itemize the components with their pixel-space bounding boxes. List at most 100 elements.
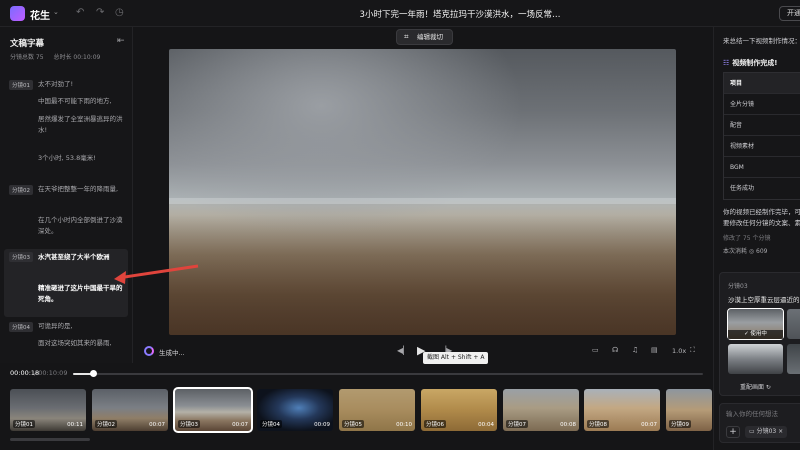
caption-icon[interactable]: ▤ — [651, 346, 658, 354]
table-row: BGM — [724, 157, 800, 178]
segment-line: 中国最不可能下雨的地方, — [38, 97, 112, 105]
segment-reference-chip[interactable]: ▭ 分镜03 × — [745, 426, 788, 438]
segment-tag: 分镜01 — [9, 80, 33, 90]
segment-item[interactable]: 分镜01 太不对劲了! 中国最不可能下雨的地方, 居然爆发了全室洲暴逃异的洪水!… — [4, 77, 128, 175]
timeline-scrollbar[interactable] — [10, 438, 90, 441]
media-thumbnail-selected[interactable]: ✓ 使用中 — [727, 308, 784, 340]
segment-tag: 分镜03 — [9, 252, 33, 262]
segment-line: 在几个小时内全部倒进了沙漠深处。 — [38, 216, 123, 235]
generating-status: 生成中... — [159, 349, 185, 357]
generating-spinner-icon — [144, 346, 154, 356]
media-thumbnail[interactable] — [787, 309, 800, 339]
screenshot-tooltip: 截图 Alt + Shift + A — [423, 352, 489, 364]
clip-duration: 00:10 — [396, 422, 412, 428]
open-membership-button[interactable]: 开通 — [779, 6, 800, 21]
timeline-clip[interactable]: 分镜08 00:07 — [584, 389, 660, 431]
clip-duration: 00:08 — [560, 422, 576, 428]
checklist-icon: ☷ — [723, 59, 730, 67]
timeline-clip[interactable]: 分镜02 00:07 — [92, 389, 168, 431]
add-attachment-icon[interactable]: + — [726, 426, 740, 438]
segment-item[interactable]: 分镜04 可诡异的是, 面对这场突如其来的暴雨, — [4, 319, 128, 363]
total-duration: 总时长 00:10:09 — [53, 54, 101, 61]
edit-crop-button[interactable]: ⌗ 编辑裁切 — [396, 29, 453, 45]
modified-count: 修改了 75 个分镜 — [723, 235, 771, 242]
segment-item[interactable]: 分镜02 在天爷把整整一年的降雨量, 在几个小时内全部倒进了沙漠深处。 — [4, 182, 128, 248]
segment-line: 居然爆发了全室洲暴逃异的洪水! — [38, 115, 123, 134]
segment-line: 3个小时, 53.8毫米! — [38, 154, 96, 162]
clip-name: 分镜07 — [506, 420, 528, 428]
total-time: / 00:10:09 — [34, 369, 68, 377]
segment-tag: 分镜02 — [9, 185, 33, 195]
timeline-clip[interactable]: 分镜04 00:09 — [257, 389, 333, 431]
playback-track[interactable] — [73, 373, 703, 375]
summary-table: 项目 全片分镜 配音 视频素材 BGM 任务成功 — [723, 72, 800, 200]
playhead-handle[interactable] — [90, 370, 97, 377]
clip-duration: 00:04 — [478, 422, 494, 428]
edit-crop-label: 编辑裁切 — [417, 33, 443, 41]
card-description: 沙漠上空厚重云层逼近的 — [728, 296, 800, 304]
clip-duration: 00:09 — [314, 422, 330, 428]
table-row: 视频素材 — [724, 136, 800, 157]
segment-line: 面对这场突如其来的暴雨, — [38, 339, 112, 347]
annotation-arrow-icon — [114, 264, 199, 284]
document-title[interactable]: 3小时下完一年雨！塔克拉玛干沙漠洪水，一场反常… — [0, 8, 800, 20]
clip-duration: 00:07 — [641, 422, 657, 428]
credit-cost: 本次消耗 ◎ 609 — [723, 248, 768, 255]
crop-icon: ⌗ — [404, 32, 409, 41]
playback-speed[interactable]: 1.0x — [672, 347, 686, 355]
music-icon[interactable]: ♫ — [632, 346, 638, 354]
clip-name: 分镜08 — [587, 420, 609, 428]
card-title: 分镜03 — [728, 283, 748, 290]
segment-item-active[interactable]: 分镜03 水汽甚至绕了大半个欧洲 精准砸进了这片中国最干旱的死角。 — [4, 249, 128, 317]
clip-name: 分镜09 — [669, 420, 691, 428]
table-row: 配音 — [724, 115, 800, 136]
segment-line: 可诡异的是, — [38, 322, 73, 330]
table-row: 任务成功 — [730, 185, 755, 192]
table-row: 全片分镜 — [724, 94, 800, 115]
previous-frame-icon[interactable]: ◀▏ — [397, 346, 409, 355]
media-thumbnail[interactable] — [787, 344, 800, 374]
segment-line: 太不对劲了! — [38, 80, 74, 88]
chat-input[interactable]: 输入你的任何想法 + ▭ 分镜03 × — [719, 403, 800, 443]
clip-name: 分镜01 — [13, 420, 35, 428]
panel-title: 文稿字幕 — [10, 39, 45, 49]
segment-count: 分镜总数 75 — [10, 54, 44, 61]
clip-name: 分镜05 — [342, 420, 364, 428]
media-thumbnail[interactable] — [728, 344, 783, 374]
timeline-clip[interactable]: 分镜07 00:08 — [503, 389, 579, 431]
panel-meta: 分镜总数 75 总时长 00:10:09 — [10, 52, 108, 61]
summary-paragraph: 你的视频已经制作完毕，可 要修改任何分镜的文案、素 — [723, 207, 800, 229]
timeline-clip[interactable]: 分镜05 00:10 — [339, 389, 415, 431]
completion-heading: ☷ 视频制作完成! — [723, 58, 777, 68]
clip-name: 分镜03 — [178, 420, 200, 428]
segment-tag: 分镜04 — [9, 322, 33, 332]
timeline-clip[interactable]: 分镜01 00:11 — [10, 389, 86, 431]
clip-duration: 00:07 — [149, 422, 165, 428]
completion-title: 视频制作完成! — [732, 59, 778, 67]
timeline-clip-selected[interactable]: 分镜03 00:07 — [173, 387, 253, 433]
video-preview[interactable] — [169, 49, 676, 335]
clip-name: 分镜06 — [424, 420, 446, 428]
subtitle-icon[interactable]: ▭ — [592, 346, 599, 354]
summary-intro: 来总结一下视频制作情况： — [723, 37, 800, 45]
summary-line: 你的视频已经制作完毕，可 — [723, 208, 800, 216]
clip-duration: 00:07 — [232, 422, 248, 428]
summary-line: 要修改任何分镜的文案、素 — [723, 219, 800, 227]
segment-card: 分镜03 沙漠上空厚重云层逼近的 ✓ 使用中 重配画面 ↻ — [719, 272, 800, 396]
clip-name: 分镜04 — [260, 420, 282, 428]
timeline-clip[interactable]: 分镜09 — [666, 389, 712, 431]
fullscreen-icon[interactable]: ⛶ — [690, 346, 695, 355]
segment-line: 在天爷把整整一年的降雨量, — [38, 185, 119, 193]
clip-name: 分镜02 — [95, 420, 117, 428]
collapse-sidebar-icon[interactable]: ⇤ — [117, 36, 125, 46]
voice-icon[interactable]: ☊ — [612, 346, 618, 354]
in-use-badge: ✓ 使用中 — [728, 330, 783, 339]
timeline-clip[interactable]: 分镜06 00:04 — [421, 389, 497, 431]
regenerate-image-button[interactable]: 重配画面 ↻ — [740, 382, 771, 391]
clip-duration: 00:11 — [67, 422, 83, 428]
top-bar: 花生 ⌄ ↶ ↷ ◷ 3小时下完一年雨！塔克拉玛干沙漠洪水，一场反常… 开通 — [0, 0, 800, 27]
script-subtitle-panel: 文稿字幕 ⇤ 分镜总数 75 总时长 00:10:09 分镜01 太不对劲了! … — [0, 27, 133, 363]
chat-input-placeholder: 输入你的任何想法 — [726, 410, 778, 418]
table-header: 项目 — [724, 73, 800, 94]
assistant-panel: 来总结一下视频制作情况： ☷ 视频制作完成! 项目 全片分镜 配音 视频素材 BG… — [713, 27, 800, 450]
